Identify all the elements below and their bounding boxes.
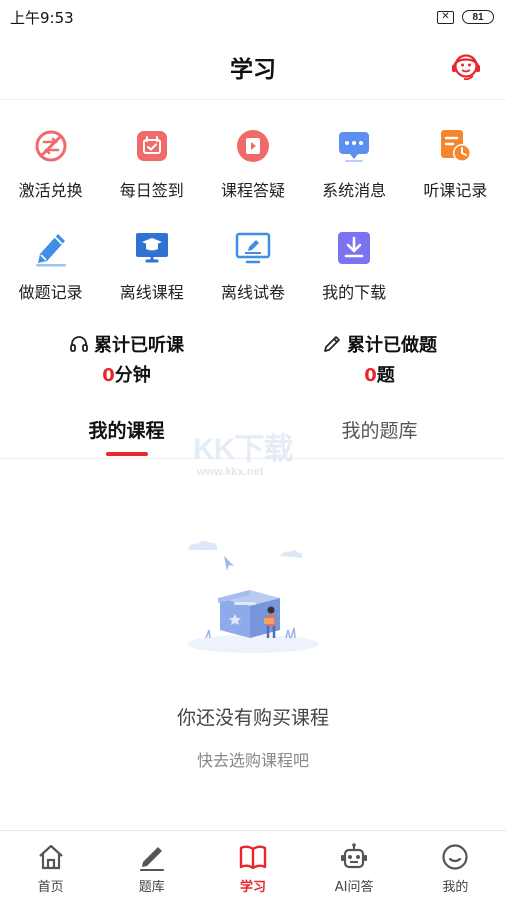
grid-item-practice-record[interactable]: 做题记录 [0, 222, 101, 324]
practice-stat-title: 累计已做题 [322, 331, 437, 357]
battery-icon: 81 [462, 10, 494, 24]
grid-label: 我的下载 [322, 283, 387, 302]
nav-label: 首页 [37, 880, 64, 895]
nav-label: 学习 [239, 880, 266, 895]
grid-item-downloads[interactable]: 我的下载 [304, 222, 405, 324]
grid-item-empty [405, 222, 506, 324]
empty-state-title: 你还没有购买课程 [176, 707, 329, 729]
feature-grid: 激活兑换 每日签到 课程答疑 系统消息 听课记录 做题记录 离线课程 离线试卷 … [0, 120, 506, 324]
pencil-record-icon [31, 228, 71, 268]
grid-label: 听课记录 [423, 181, 488, 200]
grid-item-activate[interactable]: 激活兑换 [0, 120, 101, 222]
home-icon [35, 841, 67, 873]
grid-label: 激活兑换 [18, 181, 83, 200]
nav-item-study[interactable]: 学习 [202, 831, 303, 900]
video-qa-icon [233, 126, 273, 166]
grid-item-offline-paper[interactable]: 离线试卷 [202, 222, 303, 324]
practice-unit: 题 [376, 365, 395, 386]
nav-item-profile[interactable]: 我的 [405, 831, 506, 900]
tab-label: 我的题库 [341, 420, 418, 442]
status-indicators: ✕ 81 [437, 10, 494, 24]
listen-minutes: 0 [102, 365, 115, 386]
grid-label: 离线试卷 [220, 283, 285, 302]
active-tab-indicator [105, 452, 148, 456]
calendar-checkin-icon [132, 126, 172, 166]
nav-item-question-bank[interactable]: 题库 [101, 831, 202, 900]
practice-stat-value: 0题 [364, 361, 395, 387]
header: 学习 [0, 34, 506, 100]
headphones-icon [70, 336, 88, 352]
page-title: 学习 [230, 57, 276, 83]
grid-item-messages[interactable]: 系统消息 [304, 120, 405, 222]
record-clock-icon [435, 126, 475, 166]
nav-item-ai-qa[interactable]: AI问答 [304, 831, 405, 900]
pencil-icon [324, 336, 340, 352]
nav-label: AI问答 [334, 880, 374, 895]
grid-item-listen-record[interactable]: 听课记录 [405, 120, 506, 222]
grid-item-offline-course[interactable]: 离线课程 [101, 222, 202, 324]
empty-box-illustration [187, 540, 319, 653]
listen-stat-value: 0分钟 [102, 361, 151, 387]
listen-stat-label: 累计已听课 [94, 335, 184, 356]
tab-label: 我的课程 [88, 420, 165, 442]
nav-label: 题库 [138, 880, 165, 895]
bottom-navigation: 首页 题库 学习 AI问答 我的 [0, 830, 506, 900]
grid-item-checkin[interactable]: 每日签到 [101, 120, 202, 222]
customer-service-button[interactable] [448, 48, 484, 84]
feature-row-1: 激活兑换 每日签到 课程答疑 系统消息 听课记录 [0, 120, 506, 222]
listen-stat: 累计已听课 0分钟 [0, 331, 253, 387]
watermark: KK下载 www.kkx.net [193, 424, 303, 484]
nav-item-home[interactable]: 首页 [0, 831, 101, 900]
study-book-icon [237, 841, 269, 873]
grid-label: 系统消息 [322, 181, 387, 200]
grid-label: 做题记录 [18, 283, 83, 302]
offline-course-icon [132, 228, 172, 268]
nav-label: 我的 [442, 880, 469, 895]
listen-stat-title: 累计已听课 [69, 331, 184, 357]
status-bar: 上午9:53 ✕ 81 [0, 0, 506, 34]
grid-label: 课程答疑 [220, 181, 285, 200]
grid-label: 离线课程 [119, 283, 184, 302]
practice-count: 0 [364, 365, 377, 386]
grid-item-course-qa[interactable]: 课程答疑 [202, 120, 303, 222]
message-icon [334, 126, 374, 166]
profile-icon [439, 841, 471, 873]
activate-exchange-icon [31, 126, 71, 166]
offline-paper-icon [233, 228, 273, 268]
customer-service-icon [452, 54, 480, 81]
status-time: 上午9:53 [10, 8, 74, 27]
grid-label: 每日签到 [119, 181, 184, 200]
practice-stat: 累计已做题 0题 [253, 331, 506, 387]
practice-stat-label: 累计已做题 [347, 335, 437, 356]
study-stats: 累计已听课 0分钟 累计已做题 0题 [0, 331, 506, 387]
download-icon [334, 228, 374, 268]
watermark-logo: KK下载 [193, 433, 293, 466]
listen-unit: 分钟 [114, 365, 151, 386]
feature-row-2: 做题记录 离线课程 离线试卷 我的下载 [0, 222, 506, 324]
question-bank-icon [136, 841, 168, 873]
no-sim-icon: ✕ [437, 10, 454, 24]
empty-state-subtitle[interactable]: 快去选购课程吧 [0, 747, 506, 771]
robot-icon [338, 841, 370, 873]
